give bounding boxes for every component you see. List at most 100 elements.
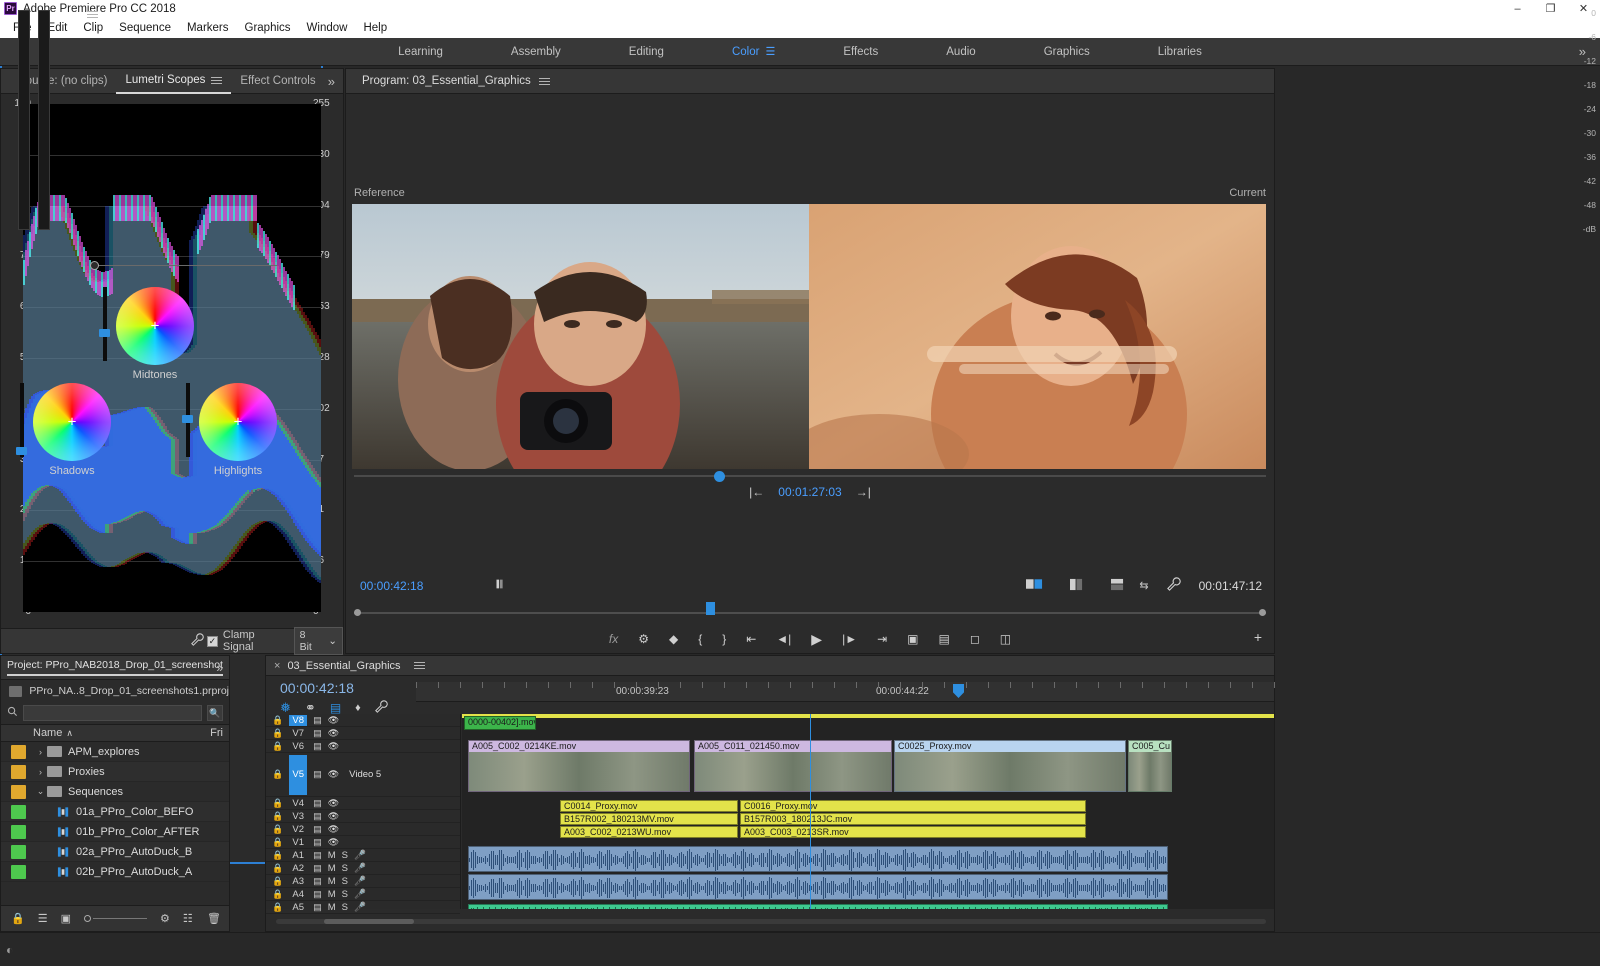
- comparison-view-button[interactable]: ◫: [1000, 632, 1011, 646]
- lift-icon[interactable]: ▣: [907, 632, 918, 646]
- add-marker-icon[interactable]: ♦: [355, 702, 361, 714]
- track-lock-icon[interactable]: 🔒: [272, 850, 283, 861]
- timeline-track-area[interactable]: 0000-00402].mov A005_C002_0214KE.movA005_…: [462, 714, 1274, 909]
- midtones-luma-slider[interactable]: [103, 287, 107, 361]
- comparison-scrubber[interactable]: [354, 473, 1266, 479]
- add-marker-icon[interactable]: ◆: [669, 632, 678, 646]
- tab-sequence[interactable]: 03_Essential_Graphics: [287, 660, 400, 672]
- track-eye-icon[interactable]: 👁: [328, 741, 339, 752]
- timeline-clip[interactable]: B157R002_180213MV.mov: [560, 813, 738, 825]
- project-list-item[interactable]: 02a_PPro_AutoDuck_B: [1, 842, 229, 862]
- timeline-close-icon[interactable]: ×: [274, 660, 280, 672]
- video-track-header-v4[interactable]: 🔒V4▤👁: [266, 797, 460, 810]
- track-name-a1[interactable]: A1: [289, 850, 307, 861]
- track-target-icon[interactable]: ▤: [313, 837, 322, 848]
- timeline-clip[interactable]: 0000-00402].mov: [464, 716, 536, 730]
- timeline-clip[interactable]: A005_C011_021450.mov: [694, 740, 892, 792]
- track-target-icon[interactable]: ▤: [313, 850, 322, 861]
- project-file-name[interactable]: PPro_NA..8_Drop_01_screenshots1.prproj: [29, 685, 229, 697]
- fx-badge-icon[interactable]: fx: [609, 632, 618, 646]
- track-eye-icon[interactable]: 👁: [328, 798, 339, 809]
- tab-effect-controls[interactable]: Effect Controls: [231, 69, 324, 94]
- timeline-playhead-timecode[interactable]: 00:00:42:18: [280, 680, 354, 696]
- workspace-tab-editing[interactable]: Editing: [595, 46, 698, 58]
- timeline-playhead[interactable]: [810, 714, 811, 909]
- panel-menu-icon[interactable]: [211, 76, 222, 85]
- audio-clip[interactable]: [468, 846, 1168, 872]
- track-eye-icon[interactable]: 👁: [328, 837, 339, 848]
- export-settings-icon[interactable]: ⚙: [638, 632, 649, 646]
- track-solo-button[interactable]: S: [342, 889, 348, 900]
- swap-shot-icon[interactable]: ⇆: [1139, 579, 1148, 592]
- bit-depth-select[interactable]: 8 Bit ⌄: [294, 627, 343, 655]
- workspace-tab-assembly[interactable]: Assembly: [477, 46, 595, 58]
- hdr-white-knob[interactable]: [90, 261, 99, 270]
- track-lock-icon[interactable]: 🔒: [272, 798, 283, 809]
- panel-menu-icon[interactable]: [539, 77, 550, 86]
- tab-program-monitor[interactable]: Program: 03_Essential_Graphics: [354, 69, 558, 94]
- time-ruler-out-handle[interactable]: [1259, 609, 1266, 616]
- project-list-item[interactable]: ›APM_explores: [1, 742, 229, 762]
- timeline-clip[interactable]: C0014_Proxy.mov: [560, 800, 738, 812]
- scopes-overflow-button[interactable]: »: [328, 74, 335, 89]
- track-name-v4[interactable]: V4: [289, 798, 307, 809]
- video-track-header-v1[interactable]: 🔒V1▤👁: [266, 836, 460, 849]
- workspace-tab-audio[interactable]: Audio: [912, 46, 1009, 58]
- track-lock-icon[interactable]: 🔒: [272, 811, 283, 822]
- track-record-icon[interactable]: 🎤: [354, 889, 366, 900]
- tab-project[interactable]: Project: PPro_NAB2018_Drop_01_screenshot: [7, 659, 223, 676]
- timeline-clip[interactable]: A003_C002_0213WU.mov: [560, 826, 738, 838]
- vertical-split-icon[interactable]: [1110, 578, 1125, 594]
- track-lock-icon[interactable]: 🔒: [272, 889, 283, 900]
- track-eye-icon[interactable]: 👁: [328, 811, 339, 822]
- menu-item-window[interactable]: Window: [299, 20, 356, 36]
- track-target-icon[interactable]: ▤: [313, 824, 322, 835]
- menu-item-sequence[interactable]: Sequence: [111, 20, 179, 36]
- track-solo-button[interactable]: S: [342, 876, 348, 887]
- delete-icon[interactable]: 🗑: [207, 912, 221, 925]
- marker-settings-icon[interactable]: ▤: [330, 701, 341, 715]
- track-name-a4[interactable]: A4: [289, 889, 307, 900]
- program-duration-timecode[interactable]: 00:01:47:12: [1199, 579, 1262, 593]
- track-lock-icon[interactable]: 🔒: [272, 863, 283, 874]
- find-button-icon[interactable]: 🔍: [207, 705, 223, 721]
- track-eye-icon[interactable]: 👁: [328, 824, 339, 835]
- current-frame[interactable]: [809, 204, 1266, 469]
- freeform-view-icon[interactable]: ☷: [183, 912, 193, 925]
- item-disclosure-triangle[interactable]: ›: [34, 747, 47, 757]
- menu-item-help[interactable]: Help: [355, 20, 395, 36]
- go-to-in-icon[interactable]: ⇤: [746, 632, 756, 646]
- fit-display-icon[interactable]: [493, 577, 507, 594]
- track-name-v8[interactable]: V8: [289, 715, 307, 726]
- comparison-view-toggle-icon[interactable]: [1026, 578, 1043, 593]
- project-overflow-button[interactable]: »: [216, 661, 223, 675]
- next-edit-icon[interactable]: →|: [856, 485, 871, 499]
- midtones-luma-knob[interactable]: [99, 329, 110, 337]
- midtones-color-wheel[interactable]: [116, 287, 194, 365]
- panel-menu-icon[interactable]: [414, 661, 425, 670]
- track-target-icon[interactable]: ▤: [313, 902, 322, 913]
- item-disclosure-triangle[interactable]: ›: [34, 767, 47, 777]
- track-lock-icon[interactable]: 🔒: [272, 876, 283, 887]
- tab-lumetri-scopes[interactable]: Lumetri Scopes: [116, 69, 231, 94]
- track-lock-icon[interactable]: 🔒: [272, 741, 283, 752]
- workspace-tab-libraries[interactable]: Libraries: [1124, 46, 1236, 58]
- track-eye-icon[interactable]: 👁: [328, 769, 339, 780]
- highlights-color-wheel[interactable]: [199, 383, 277, 461]
- panel-menu-icon[interactable]: [87, 10, 98, 19]
- maximize-button[interactable]: ❐: [1534, 0, 1567, 17]
- timeline-clip[interactable]: A005_C002_0214KE.mov: [468, 740, 690, 792]
- video-track-header-v8[interactable]: 🔒V8▤👁: [266, 714, 460, 727]
- sort-icon[interactable]: ⚙: [160, 912, 170, 925]
- workspace-menu-icon[interactable]: ☰: [765, 46, 775, 58]
- project-list-item[interactable]: ›Proxies: [1, 762, 229, 782]
- track-target-icon[interactable]: ▤: [313, 769, 322, 780]
- workspace-tab-learning[interactable]: Learning: [364, 46, 477, 58]
- icon-view-icon[interactable]: ▣: [61, 912, 71, 925]
- project-list-item[interactable]: ⌄Sequences: [1, 782, 229, 802]
- track-lock-icon[interactable]: 🔒: [272, 837, 283, 848]
- track-target-icon[interactable]: ▤: [313, 811, 322, 822]
- track-eye-icon[interactable]: 👁: [328, 728, 339, 739]
- comparison-timecode[interactable]: 00:01:27:03: [778, 485, 841, 499]
- track-name-v2[interactable]: V2: [289, 824, 307, 835]
